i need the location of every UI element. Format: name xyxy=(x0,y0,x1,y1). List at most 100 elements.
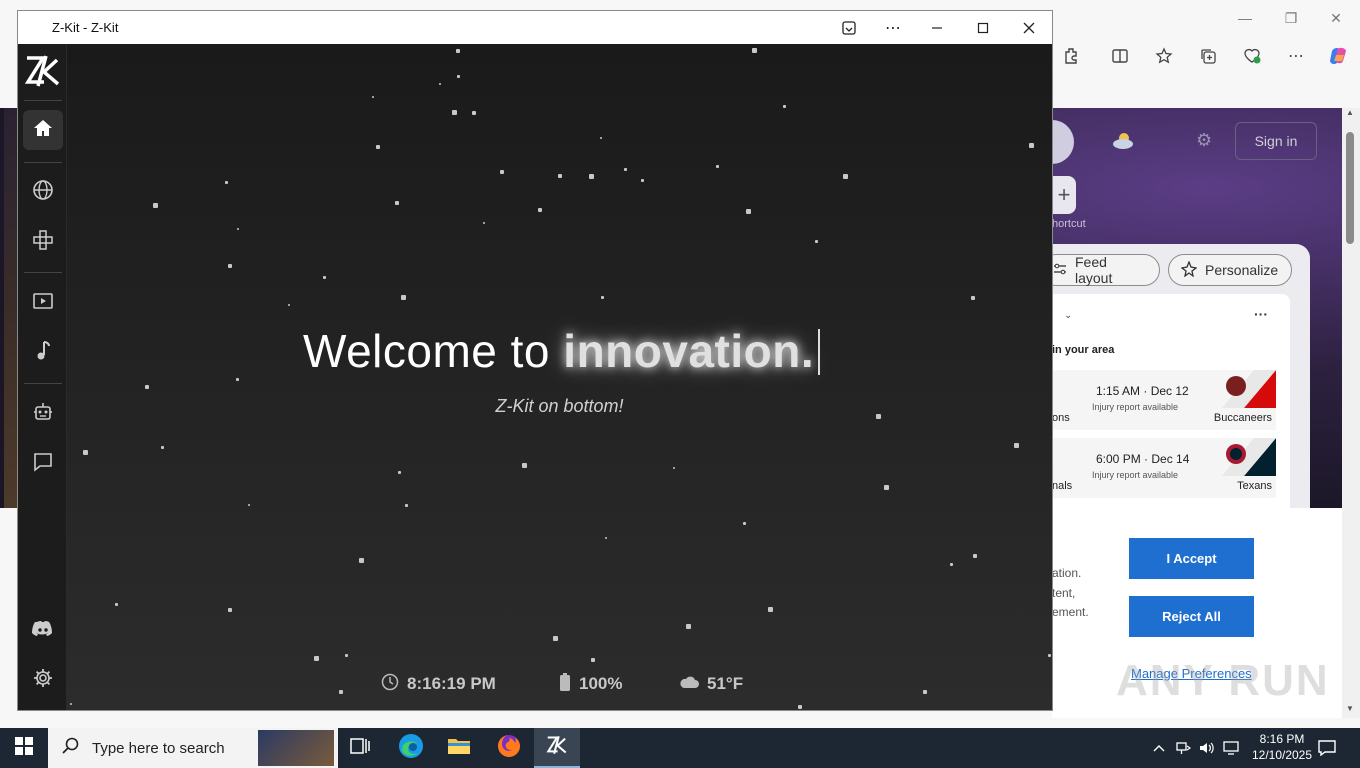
start-button[interactable] xyxy=(0,728,48,768)
battery-stat: 100% xyxy=(559,670,622,698)
taskbar-zkit-app[interactable] xyxy=(534,728,580,768)
sidebar-item-discord[interactable] xyxy=(23,611,63,651)
star-dot xyxy=(153,203,158,208)
star-dot xyxy=(248,504,250,506)
taskbar-firefox[interactable] xyxy=(486,728,532,768)
clock-date: 12/10/2025 xyxy=(1251,748,1313,762)
star-dot xyxy=(558,174,562,178)
clock-value: 8:16:19 PM xyxy=(407,674,496,693)
copilot-icon[interactable] xyxy=(1324,42,1354,70)
star-dot xyxy=(225,181,228,184)
edge-toolbar: ⋯ xyxy=(1052,36,1360,76)
sidebar-item-videos[interactable] xyxy=(23,283,63,323)
taskbar-clock[interactable]: 8:16 PM 12/10/2025 xyxy=(1250,731,1314,763)
sidebar-item-chat[interactable] xyxy=(23,444,63,484)
collections-icon[interactable] xyxy=(1193,42,1223,70)
star-dot xyxy=(405,504,408,507)
zkit-app-icon xyxy=(546,734,568,761)
close-button[interactable] xyxy=(1006,11,1052,44)
game-row[interactable]: 1:15 AM · Dec 12 Injury report available… xyxy=(1052,370,1276,430)
taskbar-file-explorer[interactable] xyxy=(436,728,482,768)
star-dot xyxy=(456,49,460,53)
welcome-headline: Welcome to innovation. xyxy=(303,324,821,378)
globe-icon xyxy=(32,179,54,206)
taskbar-edge-app[interactable] xyxy=(388,728,434,768)
team-left-name: nals xyxy=(1052,480,1073,492)
notifications-icon[interactable] xyxy=(1318,739,1336,757)
star-dot xyxy=(359,558,364,563)
game-note: Injury report available xyxy=(1092,470,1179,480)
windows-logo-icon xyxy=(15,736,33,760)
zkit-window: Z-Kit - Z-Kit ⋯ Welcome to innovation. Z… xyxy=(17,10,1053,711)
sports-card[interactable]: ⌄ ··· in your area 1:15 AM · Dec 12 Inju… xyxy=(1052,294,1290,508)
reject-cookies-button[interactable]: Reject All xyxy=(1129,596,1254,637)
tray-overflow-chevron-icon[interactable] xyxy=(1150,739,1168,757)
accept-cookies-button[interactable]: I Accept xyxy=(1129,538,1254,579)
task-view-button[interactable] xyxy=(337,728,383,768)
taskbar-search-box[interactable]: Type here to search xyxy=(48,728,338,768)
sidebar-item-games[interactable] xyxy=(23,222,63,262)
sidebar-item-web[interactable] xyxy=(23,172,63,212)
card-more-icon[interactable]: ··· xyxy=(1254,306,1268,322)
sidebar-item-home[interactable] xyxy=(23,110,63,150)
home-icon xyxy=(33,118,53,143)
scrollbar-thumb[interactable] xyxy=(1346,132,1354,244)
split-screen-icon[interactable] xyxy=(1105,42,1135,70)
gamepad-icon xyxy=(32,229,54,256)
star-dot xyxy=(591,658,595,662)
browser-essentials-icon[interactable] xyxy=(1237,42,1267,70)
display-icon[interactable] xyxy=(1222,739,1240,757)
star-dot xyxy=(768,607,773,612)
sidebar-item-ai[interactable] xyxy=(23,394,63,434)
edge-close-button[interactable]: ✕ xyxy=(1322,6,1350,30)
feed-layout-button[interactable]: Feed layout xyxy=(1040,254,1160,286)
weather-value: 51°F xyxy=(707,674,744,693)
robot-icon xyxy=(32,401,54,428)
extensions-icon[interactable] xyxy=(1057,42,1087,70)
favorites-icon[interactable] xyxy=(1149,42,1179,70)
star-dot xyxy=(884,485,889,490)
zkit-logo[interactable] xyxy=(24,52,62,95)
star-dot xyxy=(743,522,746,525)
page-settings-icon[interactable]: ⚙ xyxy=(1196,130,1212,151)
volume-icon[interactable] xyxy=(1198,739,1216,757)
star-dot xyxy=(1029,143,1034,148)
battery-icon xyxy=(559,672,571,696)
search-highlight-image[interactable] xyxy=(258,730,334,766)
more-options-icon[interactable]: ⋯ xyxy=(870,11,916,44)
star-dot xyxy=(345,654,348,657)
sidebar-item-settings[interactable] xyxy=(23,660,63,700)
weather-cloud-icon[interactable] xyxy=(1110,130,1136,150)
star-dot xyxy=(538,208,542,212)
anyrun-watermark: ANY RUN xyxy=(1116,656,1330,705)
sidebar-divider xyxy=(24,272,62,273)
cloud-icon xyxy=(679,674,699,694)
sign-in-button[interactable]: Sign in xyxy=(1235,122,1317,160)
chevron-down-icon[interactable]: ⌄ xyxy=(1064,310,1072,321)
star-dot xyxy=(973,554,977,558)
star-dot xyxy=(372,96,374,98)
star-dot xyxy=(971,296,975,300)
scroll-up-icon[interactable]: ▲ xyxy=(1346,108,1354,117)
star-dot xyxy=(401,295,406,300)
maximize-button[interactable] xyxy=(960,11,1006,44)
star-dot xyxy=(472,111,476,115)
star-dot xyxy=(439,83,441,85)
scroll-down-icon[interactable]: ▼ xyxy=(1346,704,1354,713)
more-options-icon[interactable]: ⋯ xyxy=(1281,42,1311,70)
cast-icon[interactable] xyxy=(826,11,872,44)
zkit-titlebar[interactable]: Z-Kit - Z-Kit ⋯ xyxy=(18,11,1052,44)
sidebar-item-music[interactable] xyxy=(23,333,63,373)
star-dot xyxy=(553,636,558,641)
game-row[interactable]: 6:00 PM · Dec 14 Injury report available… xyxy=(1052,438,1276,498)
add-shortcut-button[interactable]: + xyxy=(1052,176,1076,214)
star-dot xyxy=(752,48,757,53)
star-dot xyxy=(686,624,691,629)
edge-minimize-button[interactable]: — xyxy=(1231,6,1259,30)
personalize-button[interactable]: Personalize xyxy=(1168,254,1292,286)
star-dot xyxy=(115,603,118,606)
minimize-button[interactable] xyxy=(914,11,960,44)
zkit-sidebar xyxy=(18,44,67,710)
network-icon[interactable] xyxy=(1174,739,1192,757)
edge-restore-button[interactable]: ❐ xyxy=(1277,6,1305,30)
